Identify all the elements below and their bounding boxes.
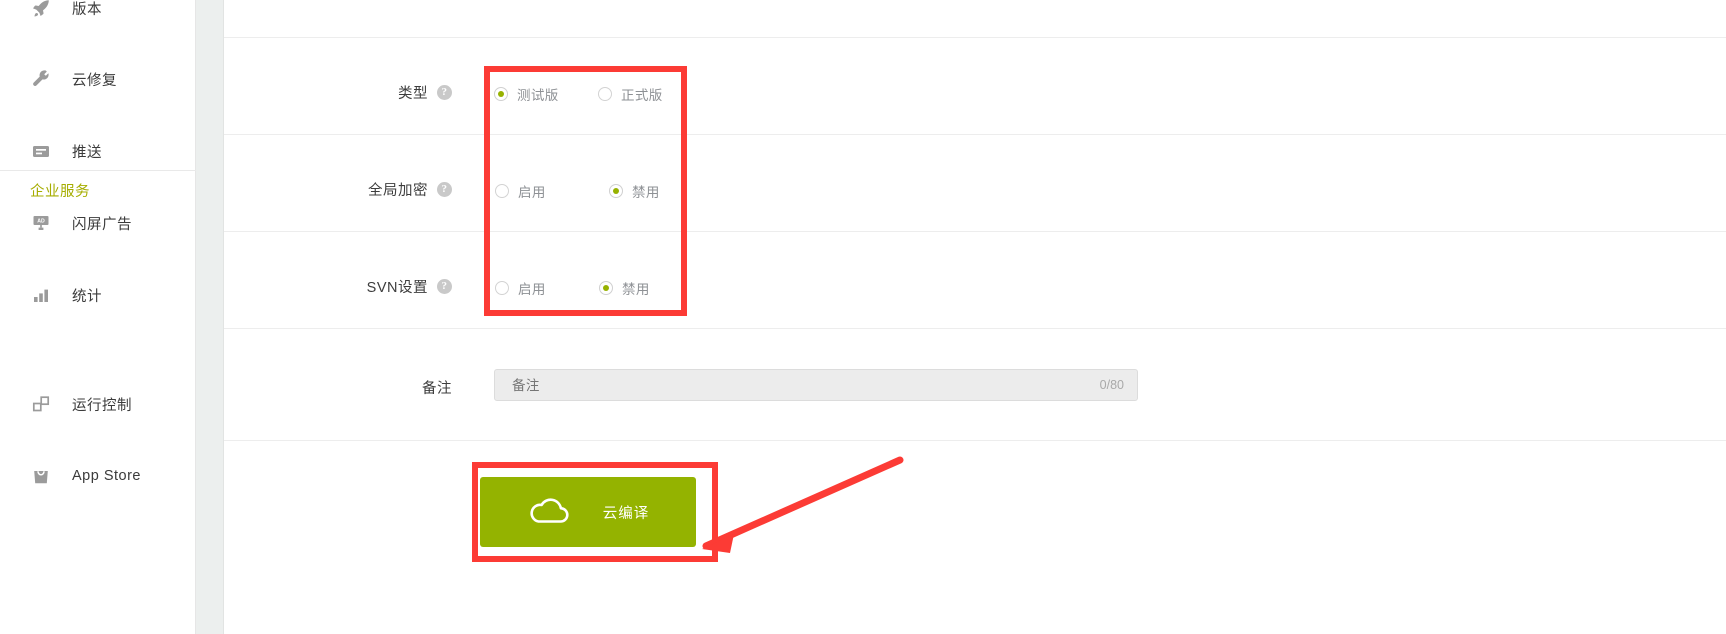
sidebar: 版本 云修复 推送 AD 闪屏广告 统计 企业服务 运行控制 App Store [0,0,196,634]
sidebar-item-label: 版本 [72,1,102,18]
form-row-type: 类型 ? 测试版 正式版 [224,38,1726,134]
sidebar-group-title[interactable]: 企业服务 [30,180,90,201]
sidebar-item-label: 云修复 [72,72,117,89]
form-label-text: 备注 [422,381,452,397]
form-row-svn: SVN设置 ? 启用 禁用 [224,232,1726,328]
row-divider [224,440,1726,441]
sidebar-item-splash-ad[interactable]: AD 闪屏广告 [0,205,195,241]
radio-indicator[interactable] [494,87,508,101]
sidebar-item-statistics[interactable]: 统计 [0,277,195,313]
form-label-text: 全局加密 [368,183,428,199]
help-icon[interactable]: ? [437,182,452,197]
form-label-text: 类型 [398,86,428,102]
form-label-text: SVN设置 [366,280,428,296]
ad-banner-icon: AD [30,212,52,234]
form-row-label: 全局加密 ? [224,179,452,200]
sidebar-item-run-control[interactable]: 运行控制 [0,386,195,422]
remark-input[interactable] [510,376,1074,394]
radio-option-type-release[interactable]: 正式版 [598,84,663,104]
form-row-label: 类型 ? [224,82,452,103]
form-row-global-encryption: 全局加密 ? 启用 禁用 [224,135,1726,231]
cloud-compile-button[interactable]: 云编译 [480,477,696,547]
push-message-icon [30,140,52,162]
form-row-label: SVN设置 ? [224,276,452,297]
main-content: 类型 ? 测试版 正式版 全局加密 ? 启用 禁用 SVN设置 ? 启用 禁用 … [224,0,1726,634]
wrench-icon [30,68,52,90]
help-icon[interactable]: ? [437,279,452,294]
app-store-bag-icon [30,465,52,487]
radio-label: 禁用 [632,185,660,200]
sidebar-item-label: 闪屏广告 [72,216,132,233]
content-gutter [196,0,224,634]
remark-input-wrapper[interactable]: 0/80 [494,369,1138,401]
radio-option-encryption-disable[interactable]: 禁用 [609,181,660,201]
radio-label: 禁用 [622,282,650,297]
radio-option-svn-disable[interactable]: 禁用 [599,278,650,298]
radio-indicator[interactable] [598,87,612,101]
sidebar-item-label: 运行控制 [72,397,132,414]
cloud-icon [527,494,573,531]
radio-option-svn-enable[interactable]: 启用 [495,278,546,298]
sidebar-item-label: App Store [72,468,141,484]
svg-text:AD: AD [37,219,45,225]
sidebar-item-label: 统计 [72,288,102,305]
form-row-label: 备注 [224,377,452,398]
radio-indicator[interactable] [599,281,613,295]
sidebar-item-label: 推送 [72,144,102,161]
run-control-icon [30,393,52,415]
radio-label: 启用 [518,282,546,297]
sidebar-item-app-store[interactable]: App Store [0,458,195,494]
sidebar-item-push[interactable]: 推送 [0,133,195,169]
radio-label: 测试版 [517,88,559,103]
radio-indicator[interactable] [495,184,509,198]
help-icon[interactable]: ? [437,85,452,100]
sidebar-item-version[interactable]: 版本 [0,0,195,26]
sidebar-item-cloud-repair[interactable]: 云修复 [0,61,195,97]
sidebar-divider [0,170,196,171]
remark-char-counter: 0/80 [1099,378,1124,392]
form-row-remark: 备注 0/80 [224,329,1726,440]
radio-indicator[interactable] [609,184,623,198]
rocket-icon [30,0,52,19]
cloud-compile-button-label: 云编译 [602,505,650,522]
radio-label: 启用 [518,185,546,200]
radio-indicator[interactable] [495,281,509,295]
radio-label: 正式版 [621,88,663,103]
radio-option-encryption-enable[interactable]: 启用 [495,181,546,201]
bar-chart-icon [30,284,52,306]
radio-option-type-beta[interactable]: 测试版 [494,84,559,104]
app-screen: 版本 云修复 推送 AD 闪屏广告 统计 企业服务 运行控制 App Store… [0,0,1726,634]
